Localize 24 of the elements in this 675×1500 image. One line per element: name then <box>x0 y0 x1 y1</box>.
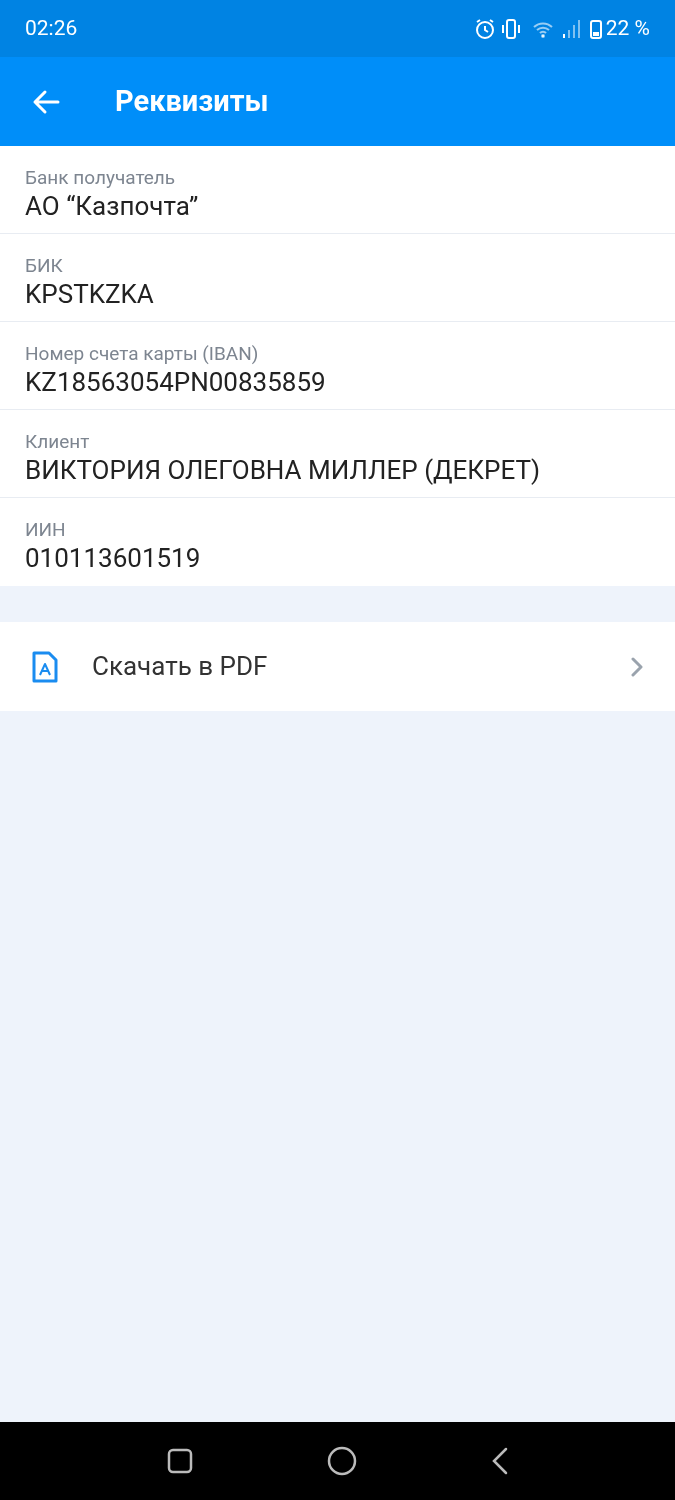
battery-icon <box>589 18 602 39</box>
status-time: 02:26 <box>25 14 78 42</box>
field-label: Номер счета карты (IBAN) <box>25 342 260 366</box>
vibrate-icon <box>499 17 522 40</box>
recent-apps-icon[interactable] <box>167 1448 194 1474</box>
field-value: 010113601519 <box>25 542 202 574</box>
field-label: Банк получатель <box>25 166 177 190</box>
download-pdf-item[interactable]: Скачать в PDF <box>0 622 675 711</box>
alarm-icon <box>473 17 496 40</box>
field-value: KPSTKZKA <box>25 278 155 310</box>
field-value: KZ18563054PN00835859 <box>25 366 327 398</box>
pdf-file-icon <box>32 650 58 683</box>
battery-percent: 22 % <box>605 14 650 42</box>
home-icon[interactable] <box>327 1446 358 1476</box>
field-label: Клиент <box>25 430 91 454</box>
chevron-right-icon <box>631 656 643 677</box>
back-arrow-icon <box>32 88 60 115</box>
signal-icon <box>561 18 582 39</box>
field-label: БИК <box>25 254 64 278</box>
page-title: Реквизиты <box>115 82 269 120</box>
field-value: АО “Казпочта” <box>25 190 200 222</box>
field-value: ВИКТОРИЯ ОЛЕГОВНА МИЛЛЕР (ДЕКРЕТ) <box>25 454 542 486</box>
back-icon[interactable] <box>491 1447 508 1475</box>
field-label: ИИН <box>25 518 67 542</box>
